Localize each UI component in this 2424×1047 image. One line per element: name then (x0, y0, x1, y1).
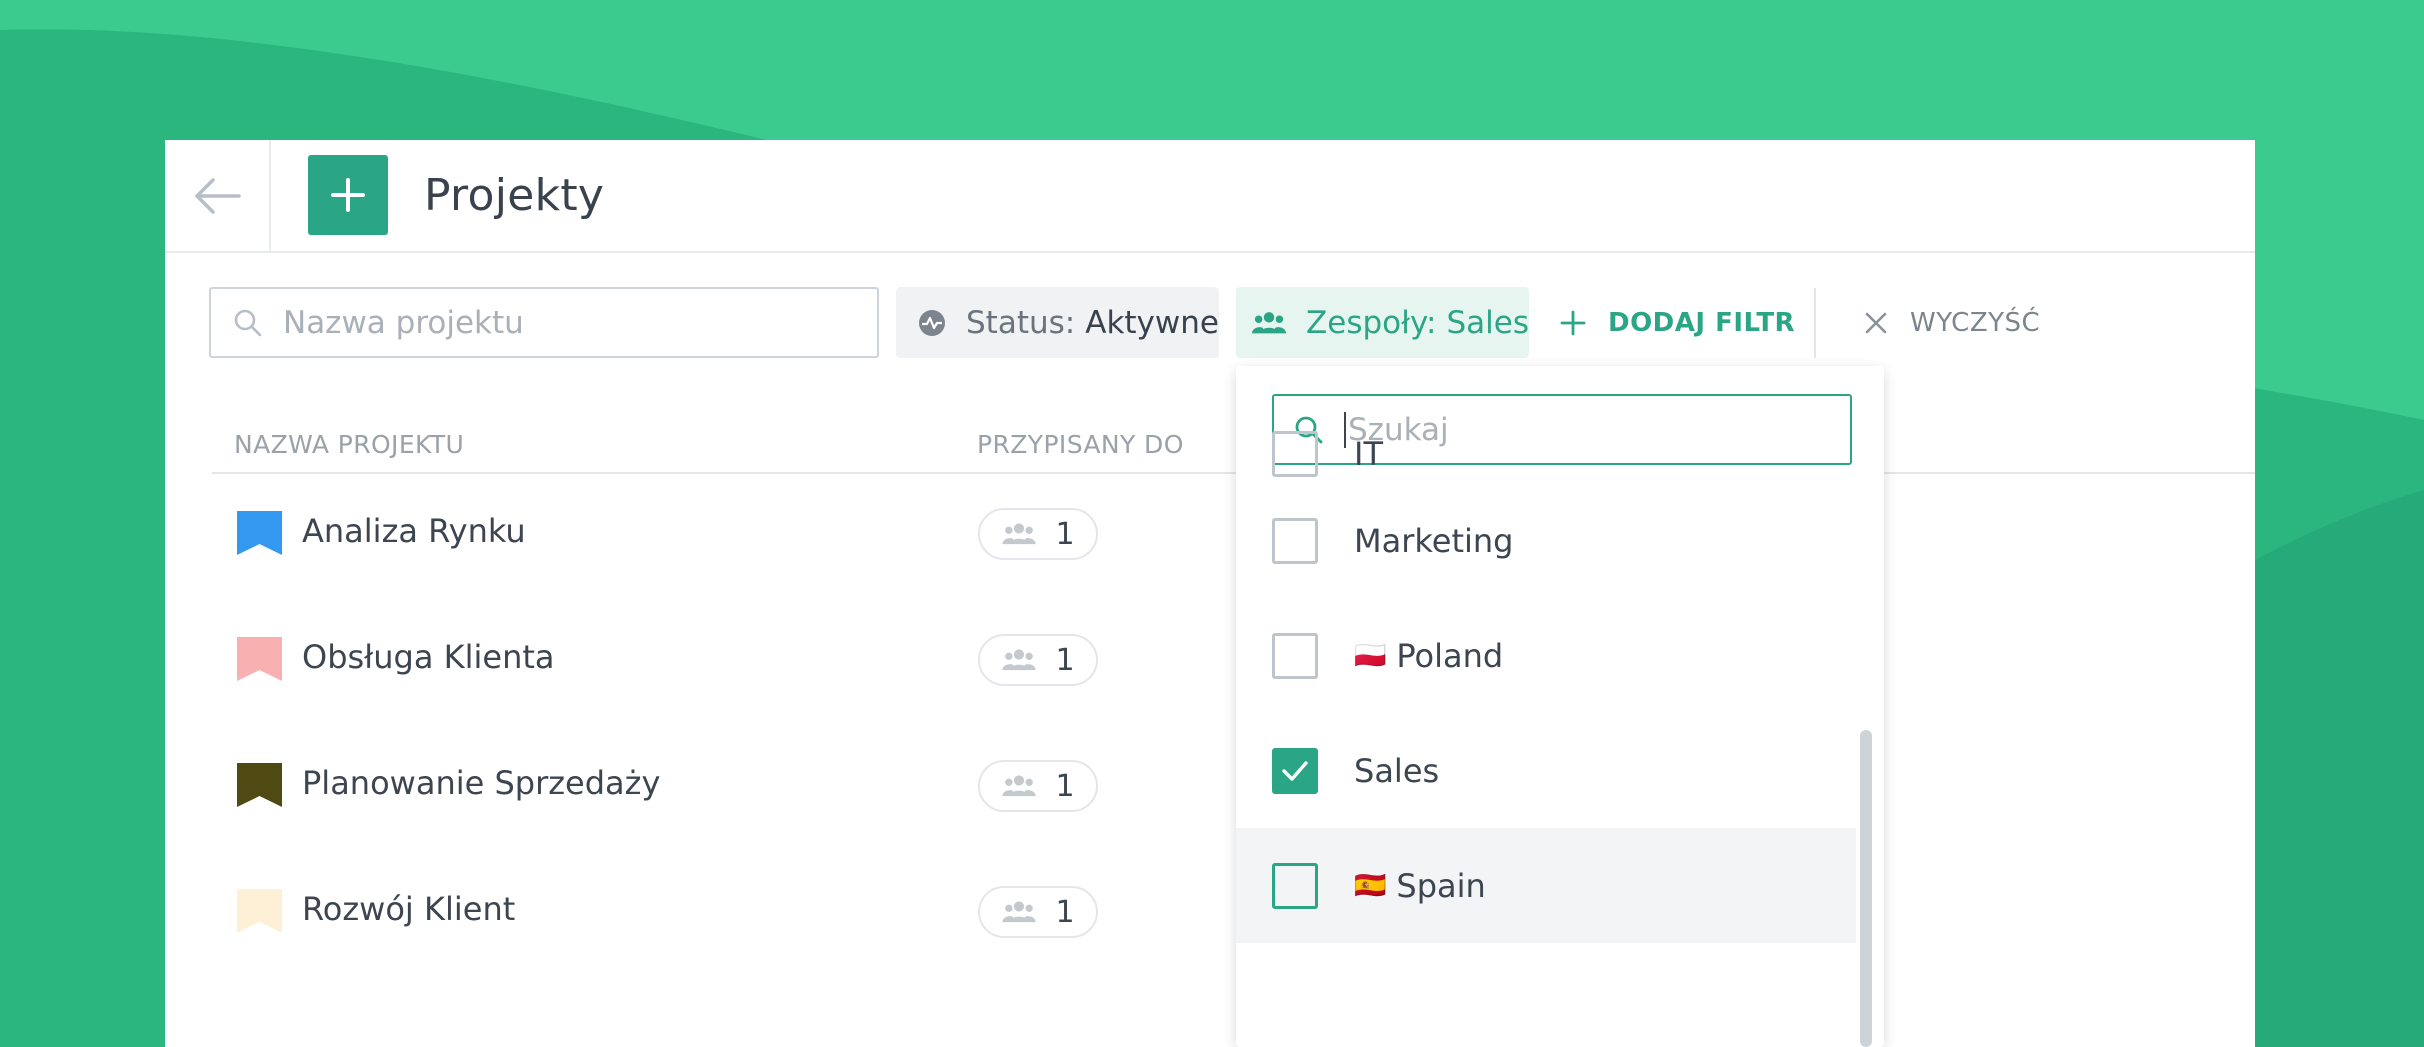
project-search-input[interactable] (283, 304, 843, 341)
team-icon (1002, 775, 1037, 797)
back-button[interactable] (165, 140, 271, 251)
teams-filter-value: Sales (1446, 304, 1529, 341)
filter-divider (1814, 288, 1816, 358)
project-name: Rozwój Klient (302, 890, 516, 928)
add-filter-label: DODAJ FILTR (1608, 307, 1796, 338)
table-row[interactable]: Analiza Rynku 1 (212, 476, 1312, 602)
arrow-left-icon (195, 177, 241, 214)
team-option-label: Sales (1354, 751, 1440, 790)
add-filter-button[interactable]: DODAJ FILTR (1560, 287, 1795, 358)
table-header: NAZWA PROJEKTU PRZYPISANY DO (212, 430, 2255, 474)
assigned-count: 1 (1055, 894, 1075, 930)
team-option-label: IT (1354, 435, 1383, 473)
column-header-assigned-to[interactable]: PRZYPISANY DO (977, 430, 1184, 459)
status-filter-label: Status: (966, 304, 1076, 341)
plus-icon (1560, 310, 1586, 335)
projects-panel: Projekty Status: Aktywne Zespoły: Sales (165, 140, 2255, 1047)
project-name: Obsługa Klienta (302, 638, 555, 676)
checkbox[interactable] (1272, 431, 1318, 477)
clear-filters-button[interactable]: WYCZYŚĆ (1864, 287, 2040, 358)
dropdown-scrollbar[interactable] (1860, 730, 1872, 1047)
assigned-count: 1 (1055, 768, 1075, 804)
plus-icon (331, 178, 365, 212)
status-filter-chip[interactable]: Status: Aktywne (896, 287, 1219, 358)
checkbox-checked[interactable] (1272, 747, 1318, 794)
team-icon (1252, 311, 1287, 333)
project-flag-icon (237, 763, 282, 807)
team-option-label: Marketing (1354, 521, 1514, 560)
team-option-it[interactable]: IT (1236, 366, 1856, 483)
spain-flag-icon: 🇪🇸 (1354, 870, 1387, 901)
assigned-count: 1 (1055, 516, 1075, 552)
search-icon (234, 309, 262, 336)
project-name: Planowanie Sprzedaży (302, 764, 661, 802)
page-title: Projekty (424, 170, 605, 221)
checkbox[interactable] (1272, 517, 1318, 564)
poland-flag-icon: 🇵🇱 (1354, 640, 1387, 671)
project-flag-icon (237, 637, 282, 681)
team-option-sales[interactable]: Sales (1236, 713, 1856, 828)
table-row[interactable]: Obsługa Klienta 1 (212, 602, 1312, 728)
table-row[interactable]: Planowanie Sprzedaży 1 (212, 728, 1312, 854)
status-filter-value: Aktywne (1085, 304, 1219, 341)
team-icon (1002, 649, 1037, 671)
assigned-count-badge[interactable]: 1 (978, 886, 1098, 938)
team-option-marketing[interactable]: Marketing (1236, 483, 1856, 598)
assigned-count: 1 (1055, 642, 1075, 678)
checkbox[interactable] (1272, 862, 1318, 909)
activity-icon (919, 309, 945, 336)
project-flag-icon (237, 889, 282, 933)
header: Projekty (165, 140, 2255, 253)
assigned-count-badge[interactable]: 1 (978, 634, 1098, 686)
team-option-label: Spain (1396, 866, 1486, 905)
teams-dropdown: IT Marketing 🇵🇱 Poland Sales 🇪🇸 (1236, 366, 1884, 1047)
close-icon (1865, 312, 1887, 333)
project-name: Analiza Rynku (302, 512, 526, 550)
team-option-poland[interactable]: 🇵🇱 Poland (1236, 598, 1856, 713)
project-search[interactable] (209, 287, 879, 358)
add-project-button[interactable] (308, 155, 388, 235)
teams-filter-label: Zespoły: (1306, 304, 1437, 341)
assigned-count-badge[interactable]: 1 (978, 508, 1098, 560)
assigned-count-badge[interactable]: 1 (978, 760, 1098, 812)
clear-filters-label: WYCZYŚĆ (1910, 307, 2041, 338)
table-row[interactable]: Rozwój Klient 1 (212, 854, 1312, 980)
teams-filter-chip[interactable]: Zespoły: Sales (1236, 287, 1529, 358)
checkmark-icon (1282, 760, 1308, 781)
column-header-project-name[interactable]: NAZWA PROJEKTU (234, 430, 464, 459)
project-flag-icon (237, 511, 282, 555)
team-option-spain[interactable]: 🇪🇸 Spain (1236, 828, 1856, 943)
team-icon (1002, 901, 1037, 923)
team-icon (1002, 523, 1037, 545)
checkbox[interactable] (1272, 632, 1318, 679)
team-option-label: Poland (1396, 636, 1504, 675)
